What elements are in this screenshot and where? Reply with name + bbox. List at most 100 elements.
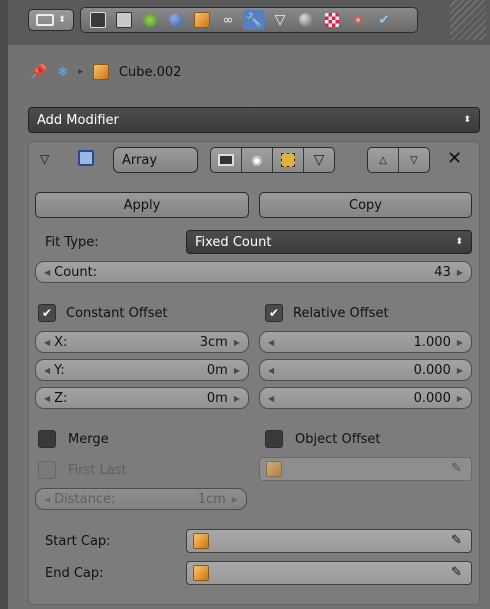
increment-arrow-icon[interactable]: ▶ [457,366,463,375]
increment-arrow-icon[interactable]: ▶ [234,338,240,347]
decrement-arrow-icon[interactable]: ◀ [44,366,50,375]
count-value: 43 [434,264,451,280]
constant-offset-checkbox[interactable]: ✔ Constant Offset [38,304,168,322]
object-offset-checkbox[interactable]: Object Offset [265,430,381,448]
decrement-arrow-icon[interactable]: ◀ [44,394,50,403]
decrement-arrow-icon[interactable]: ◀ [44,268,50,277]
decrement-arrow-icon[interactable]: ◀ [268,366,274,375]
panel-resize-grip[interactable] [450,0,486,40]
apply-label: Apply [123,197,161,213]
scene-context-icon: ❄ [57,64,69,80]
increment-arrow-icon[interactable]: ▶ [234,366,240,375]
tab-modifiers[interactable]: 🔧 [243,10,265,30]
merge-label: Merge [68,431,109,447]
render-toggle[interactable] [211,148,242,172]
world-icon [169,13,183,27]
object-cube-icon [92,64,109,80]
constant-offset-z[interactable]: ◀ Z: 0m ▶ [35,387,249,409]
checkbox-box [265,430,283,448]
constant-offset-x[interactable]: ◀ X: 3cm ▶ [35,331,249,353]
decrement-arrow-icon[interactable]: ◀ [44,495,50,504]
modifier-name-field[interactable]: Array [113,147,198,173]
relative-offset-checkbox[interactable]: ✔ Relative Offset [265,304,389,322]
tab-object[interactable] [191,10,213,30]
tab-constraints[interactable]: ∞ [217,10,239,30]
merge-checkbox[interactable]: Merge [38,430,109,448]
add-modifier-dropdown[interactable]: Add Modifier ⬍ [28,107,480,133]
relative-offset-x[interactable]: ◀ 1.000 ▶ [259,331,472,353]
first-last-checkbox[interactable]: First Last [38,461,127,479]
tab-particles[interactable] [347,10,369,30]
relative-offset-label: Relative Offset [293,305,389,321]
y-label: Y: [54,362,65,378]
decrement-arrow-icon[interactable]: ◀ [44,338,50,347]
on-cage-toggle[interactable]: ▽ [304,148,334,172]
object-cube-icon [193,565,209,581]
increment-arrow-icon[interactable]: ▶ [457,338,463,347]
editor-type-button[interactable]: ⬍ [28,9,74,31]
tab-render-layers[interactable] [113,10,135,30]
decrement-arrow-icon[interactable]: ◀ [268,394,274,403]
relative-z-value: 0.000 [413,390,451,406]
tab-data[interactable]: ▽ [269,10,291,30]
fit-type-value: Fixed Count [195,234,272,250]
relative-offset-z[interactable]: ◀ 0.000 ▶ [259,387,472,409]
fit-type-dropdown[interactable]: Fixed Count ⬍ [186,230,472,254]
relative-y-value: 0.000 [413,362,451,378]
distance-value: 1cm [197,491,226,507]
tab-render[interactable] [87,10,109,30]
constant-offset-y[interactable]: ◀ Y: 0m ▶ [35,359,249,381]
properties-editor-icon [36,14,55,26]
eyedropper-icon[interactable]: ✎ [451,534,465,548]
tab-world[interactable] [165,10,187,30]
end-cap-field[interactable]: ✎ [186,561,472,585]
relative-offset-y[interactable]: ◀ 0.000 ▶ [259,359,472,381]
pin-icon[interactable]: 📌 [30,64,47,80]
collapse-triangle-icon[interactable]: ▽ [40,152,49,166]
checkmark-icon: ✔ [38,304,56,322]
render-camera-icon [90,12,106,28]
object-offset-field[interactable]: ✎ [259,457,472,481]
fit-type-label: Fit Type: [45,235,99,250]
object-cube-icon [193,533,209,549]
x-label: X: [54,334,68,350]
physics-icon: ✔ [378,12,390,28]
increment-arrow-icon[interactable]: ▶ [232,495,238,504]
eyedropper-icon[interactable]: ✎ [451,566,465,580]
count-field[interactable]: ◀ Count: 43 ▶ [35,261,472,283]
increment-arrow-icon[interactable]: ▶ [457,394,463,403]
increment-arrow-icon[interactable]: ▶ [234,394,240,403]
y-value: 0m [206,362,228,378]
viewport-toggle[interactable]: ◉ [242,148,273,172]
chevron-updown-icon: ⬍ [455,237,463,247]
eyedropper-icon[interactable]: ✎ [451,462,465,476]
arrow-down-icon: ▽ [410,154,418,166]
distance-field[interactable]: ◀ Distance: 1cm ▶ [35,488,247,510]
modifier-visibility-toggles: ◉ ▽ [210,147,335,173]
move-down-button[interactable]: ▽ [399,148,429,172]
tab-texture[interactable] [321,10,343,30]
increment-arrow-icon[interactable]: ▶ [457,268,463,277]
tab-physics[interactable]: ✔ [373,10,395,30]
editmode-toggle[interactable] [273,148,304,172]
close-icon[interactable]: ✕ [447,148,462,169]
object-icon [194,12,210,28]
z-label: Z: [54,390,68,406]
start-cap-field[interactable]: ✎ [186,529,472,553]
tab-scene[interactable] [139,10,161,30]
count-label: Count: [54,264,98,280]
copy-button[interactable]: Copy [259,192,472,218]
properties-tabs: ∞ 🔧 ▽ ✔ [80,7,418,33]
checkbox-box [38,430,56,448]
decrement-arrow-icon[interactable]: ◀ [268,338,274,347]
object-cube-icon [266,461,282,477]
relative-x-value: 1.000 [413,334,451,350]
render-layers-icon [116,12,132,28]
editmode-icon [281,153,295,167]
tab-material[interactable] [295,10,317,30]
first-last-label: First Last [68,462,127,478]
copy-label: Copy [349,197,382,213]
constant-offset-label: Constant Offset [66,305,168,321]
apply-button[interactable]: Apply [35,192,249,218]
move-up-button[interactable]: △ [368,148,399,172]
